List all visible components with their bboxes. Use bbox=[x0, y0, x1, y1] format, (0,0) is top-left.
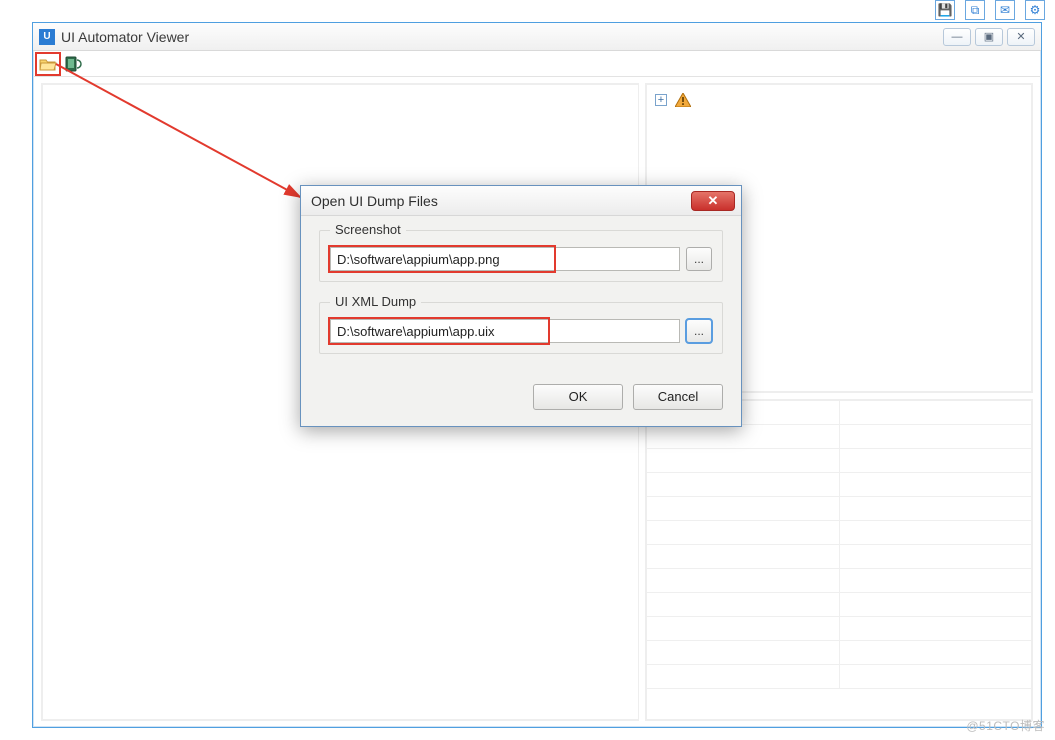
ok-button[interactable]: OK bbox=[533, 384, 623, 410]
table-row bbox=[647, 569, 1031, 593]
uixml-path-input[interactable] bbox=[330, 319, 680, 343]
table-row bbox=[647, 593, 1031, 617]
table-row bbox=[647, 521, 1031, 545]
dialog-body: Screenshot ... UI XML Dump ... bbox=[301, 216, 741, 378]
save-icon[interactable]: 💾 bbox=[935, 0, 955, 20]
close-window-button[interactable]: ✕ bbox=[1007, 28, 1035, 46]
screenshot-browse-button[interactable]: ... bbox=[686, 247, 712, 271]
table-row bbox=[647, 497, 1031, 521]
screenshot-field-row: ... bbox=[330, 247, 712, 271]
window-title: UI Automator Viewer bbox=[61, 29, 943, 45]
dialog-titlebar: Open UI Dump Files ✕ bbox=[301, 186, 741, 216]
open-file-button[interactable] bbox=[37, 54, 59, 74]
table-row bbox=[647, 425, 1031, 449]
uixml-field-row: ... bbox=[330, 319, 712, 343]
table-row bbox=[647, 665, 1031, 689]
toolbar bbox=[33, 51, 1041, 77]
mail-icon[interactable]: ✉ bbox=[995, 0, 1015, 20]
screenshot-path-input[interactable] bbox=[330, 247, 680, 271]
warning-icon bbox=[675, 93, 691, 107]
table-row bbox=[647, 641, 1031, 665]
folder-open-icon bbox=[39, 57, 57, 71]
uixml-legend: UI XML Dump bbox=[330, 294, 421, 309]
copy-icon[interactable]: ⧉ bbox=[965, 0, 985, 20]
tree-root-row: + bbox=[655, 93, 1023, 107]
gear-icon[interactable]: ⚙ bbox=[1025, 0, 1045, 20]
watermark-text: @51CTO博客 bbox=[966, 717, 1045, 734]
device-screenshot-button[interactable] bbox=[63, 54, 85, 74]
properties-pane bbox=[645, 399, 1033, 721]
table-row bbox=[647, 449, 1031, 473]
dialog-button-row: OK Cancel bbox=[301, 378, 741, 426]
device-icon bbox=[65, 56, 83, 72]
open-dump-dialog: Open UI Dump Files ✕ Screenshot ... UI X… bbox=[300, 185, 742, 427]
titlebar: U UI Automator Viewer — ▣ ✕ bbox=[33, 23, 1041, 51]
table-row bbox=[647, 545, 1031, 569]
cancel-button[interactable]: Cancel bbox=[633, 384, 723, 410]
dialog-title: Open UI Dump Files bbox=[311, 193, 691, 209]
uixml-group: UI XML Dump ... bbox=[319, 302, 723, 354]
window-controls: — ▣ ✕ bbox=[943, 28, 1035, 46]
app-icon: U bbox=[39, 29, 55, 45]
page-top-icons: 💾 ⧉ ✉ ⚙ bbox=[935, 0, 1045, 20]
tree-expand-button[interactable]: + bbox=[655, 94, 667, 106]
screenshot-group: Screenshot ... bbox=[319, 230, 723, 282]
dialog-close-button[interactable]: ✕ bbox=[691, 191, 735, 211]
uixml-browse-button[interactable]: ... bbox=[686, 319, 712, 343]
table-row bbox=[647, 473, 1031, 497]
minimize-button[interactable]: — bbox=[943, 28, 971, 46]
screenshot-legend: Screenshot bbox=[330, 222, 406, 237]
maximize-button[interactable]: ▣ bbox=[975, 28, 1003, 46]
table-row bbox=[647, 617, 1031, 641]
